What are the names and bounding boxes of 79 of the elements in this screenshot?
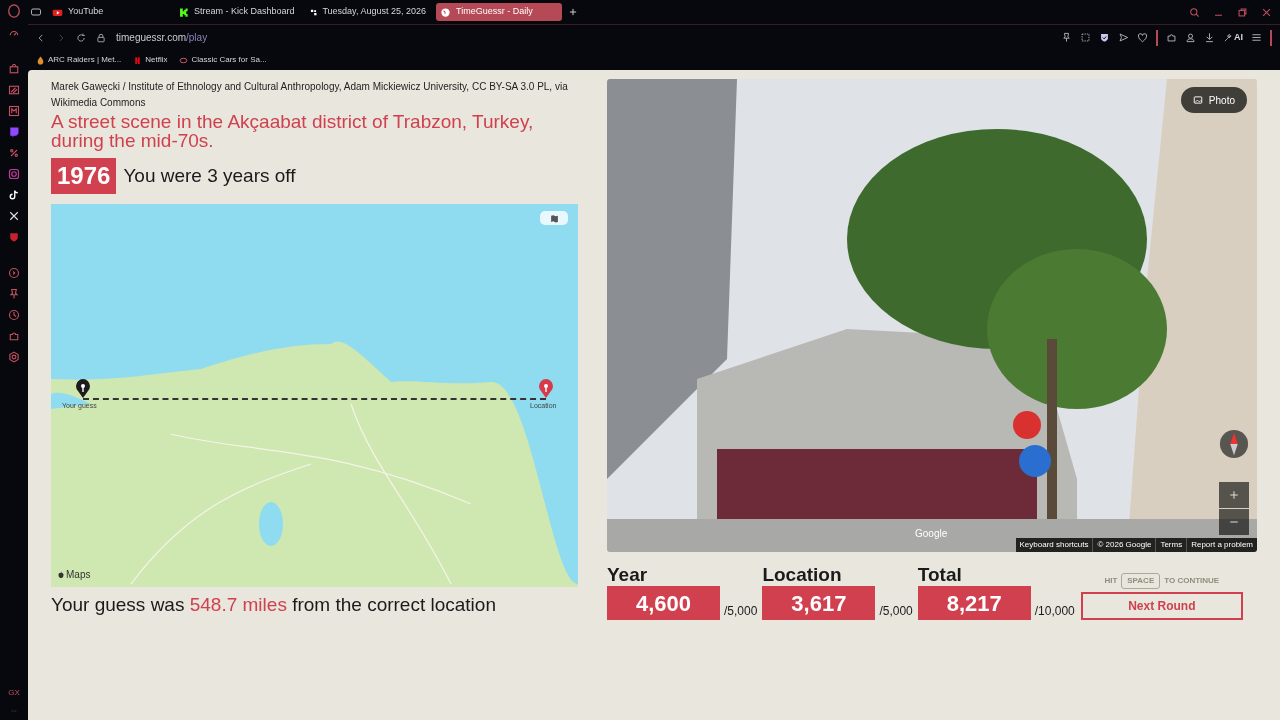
map-attribution: Maps	[66, 568, 91, 582]
score-label: Year	[607, 564, 649, 586]
score-value: 8,217	[917, 586, 1031, 620]
year-result: You were 3 years off	[123, 163, 296, 188]
score-label: Location	[762, 564, 843, 586]
distance-result: Your guess was 548.7 miles from the correct location	[51, 595, 497, 615]
menu-icon[interactable]	[1251, 32, 1262, 43]
bag-icon[interactable]	[8, 63, 20, 75]
keyboard-key: SPACE	[1121, 573, 1161, 589]
percent-icon[interactable]	[8, 147, 20, 159]
score-max: /5,000	[879, 603, 913, 620]
score-value: 4,600	[607, 586, 720, 620]
compass-icon[interactable]	[1219, 429, 1249, 459]
keyboard-shortcuts-link[interactable]: Keyboard shortcuts	[1015, 538, 1093, 552]
plus-icon	[1229, 490, 1239, 500]
new-tab-icon[interactable]	[568, 7, 578, 17]
photo-description: A street scene in the Akçaabat district of Trabzon, Turkey, during the mid-70s.	[51, 112, 535, 150]
profile-icon[interactable]	[1185, 32, 1196, 43]
score-value: 3,617	[762, 586, 876, 620]
pin-icon[interactable]	[8, 288, 20, 300]
image-credit: Marek Gawęcki / Institute of Ethnology and Cultural Anthropology, Adam Mickiewicz University, CC BY-SA 3.0 PL, via Wikimedia Commons	[51, 80, 569, 110]
next-round-button[interactable]: Next Round	[1080, 592, 1243, 620]
score-max: /10,000	[1034, 603, 1075, 620]
pin-icon[interactable]	[1061, 32, 1072, 43]
bookmark[interactable]: ARC Raiders | Met...	[36, 54, 122, 66]
google-logo: Google	[915, 527, 948, 541]
footer-link[interactable]: Report a problem	[1186, 538, 1257, 552]
wand-icon	[1223, 32, 1233, 43]
m-square-icon[interactable]	[8, 105, 20, 117]
shield-check-icon[interactable]	[1099, 32, 1110, 43]
crop-icon[interactable]	[1080, 32, 1091, 43]
ai-button[interactable]: AI	[1223, 30, 1243, 45]
reload-icon[interactable]	[76, 32, 86, 43]
bookmark[interactable]: Classic Cars for Sa...	[179, 54, 267, 66]
heart-icon[interactable]	[1137, 32, 1148, 43]
guess-pin-icon	[75, 379, 91, 399]
play-circle-icon[interactable]	[8, 267, 20, 279]
restore-icon[interactable]	[1237, 6, 1248, 18]
photo-button[interactable]: Photo	[1180, 87, 1247, 113]
continue-hint: HIT	[1104, 575, 1118, 587]
lock-icon	[96, 32, 106, 43]
footer-link[interactable]: Terms	[1155, 538, 1187, 552]
continue-hint: TO CONTINUE	[1164, 575, 1220, 587]
browser-tab[interactable]: YouTube	[48, 3, 168, 21]
striped-square-icon[interactable]	[8, 84, 20, 96]
zoom-in-button[interactable]	[1219, 482, 1249, 508]
tiktok-icon[interactable]	[8, 189, 20, 201]
gear-icon[interactable]	[8, 351, 20, 363]
netflix-logo-icon	[133, 55, 143, 65]
search-icon[interactable]	[1189, 6, 1200, 18]
close-icon[interactable]	[1261, 6, 1272, 18]
back-icon[interactable]	[36, 32, 46, 43]
browser-tab[interactable]: Stream - Kick Dashboard	[174, 3, 300, 21]
x-logo-icon[interactable]	[8, 210, 20, 222]
apple-logo-icon	[57, 570, 65, 579]
send-icon[interactable]	[1118, 32, 1129, 43]
image-icon	[1192, 95, 1203, 105]
bookmark[interactable]: Netflix	[133, 54, 168, 66]
clock-icon[interactable]	[8, 309, 20, 321]
twitch-icon[interactable]	[8, 126, 20, 138]
shield-icon[interactable]	[8, 231, 20, 243]
score-label: Total	[917, 564, 963, 586]
flame-icon	[36, 55, 45, 65]
map-icon	[549, 213, 559, 223]
oval-logo-icon	[179, 55, 189, 65]
location-pin-icon	[538, 379, 554, 399]
globe-icon	[440, 6, 451, 18]
kick-logo-icon	[178, 6, 189, 18]
score-max: /5,000	[724, 603, 758, 620]
instagram-icon[interactable]	[8, 168, 20, 180]
correct-year: 1976	[51, 158, 117, 194]
footer-link[interactable]: © 2026 Google	[1092, 538, 1156, 552]
download-icon[interactable]	[1204, 32, 1215, 43]
address-bar[interactable]: timeguessr.com/play	[116, 30, 208, 45]
browser-tab[interactable]: Tuesday, August 25, 2026	[306, 3, 430, 21]
map-type-button[interactable]	[540, 211, 568, 225]
sidebar-label: GX	[8, 687, 20, 699]
browser-logo-icon[interactable]	[7, 4, 21, 18]
browser-tab[interactable]: TimeGuessr - Daily	[436, 3, 562, 21]
